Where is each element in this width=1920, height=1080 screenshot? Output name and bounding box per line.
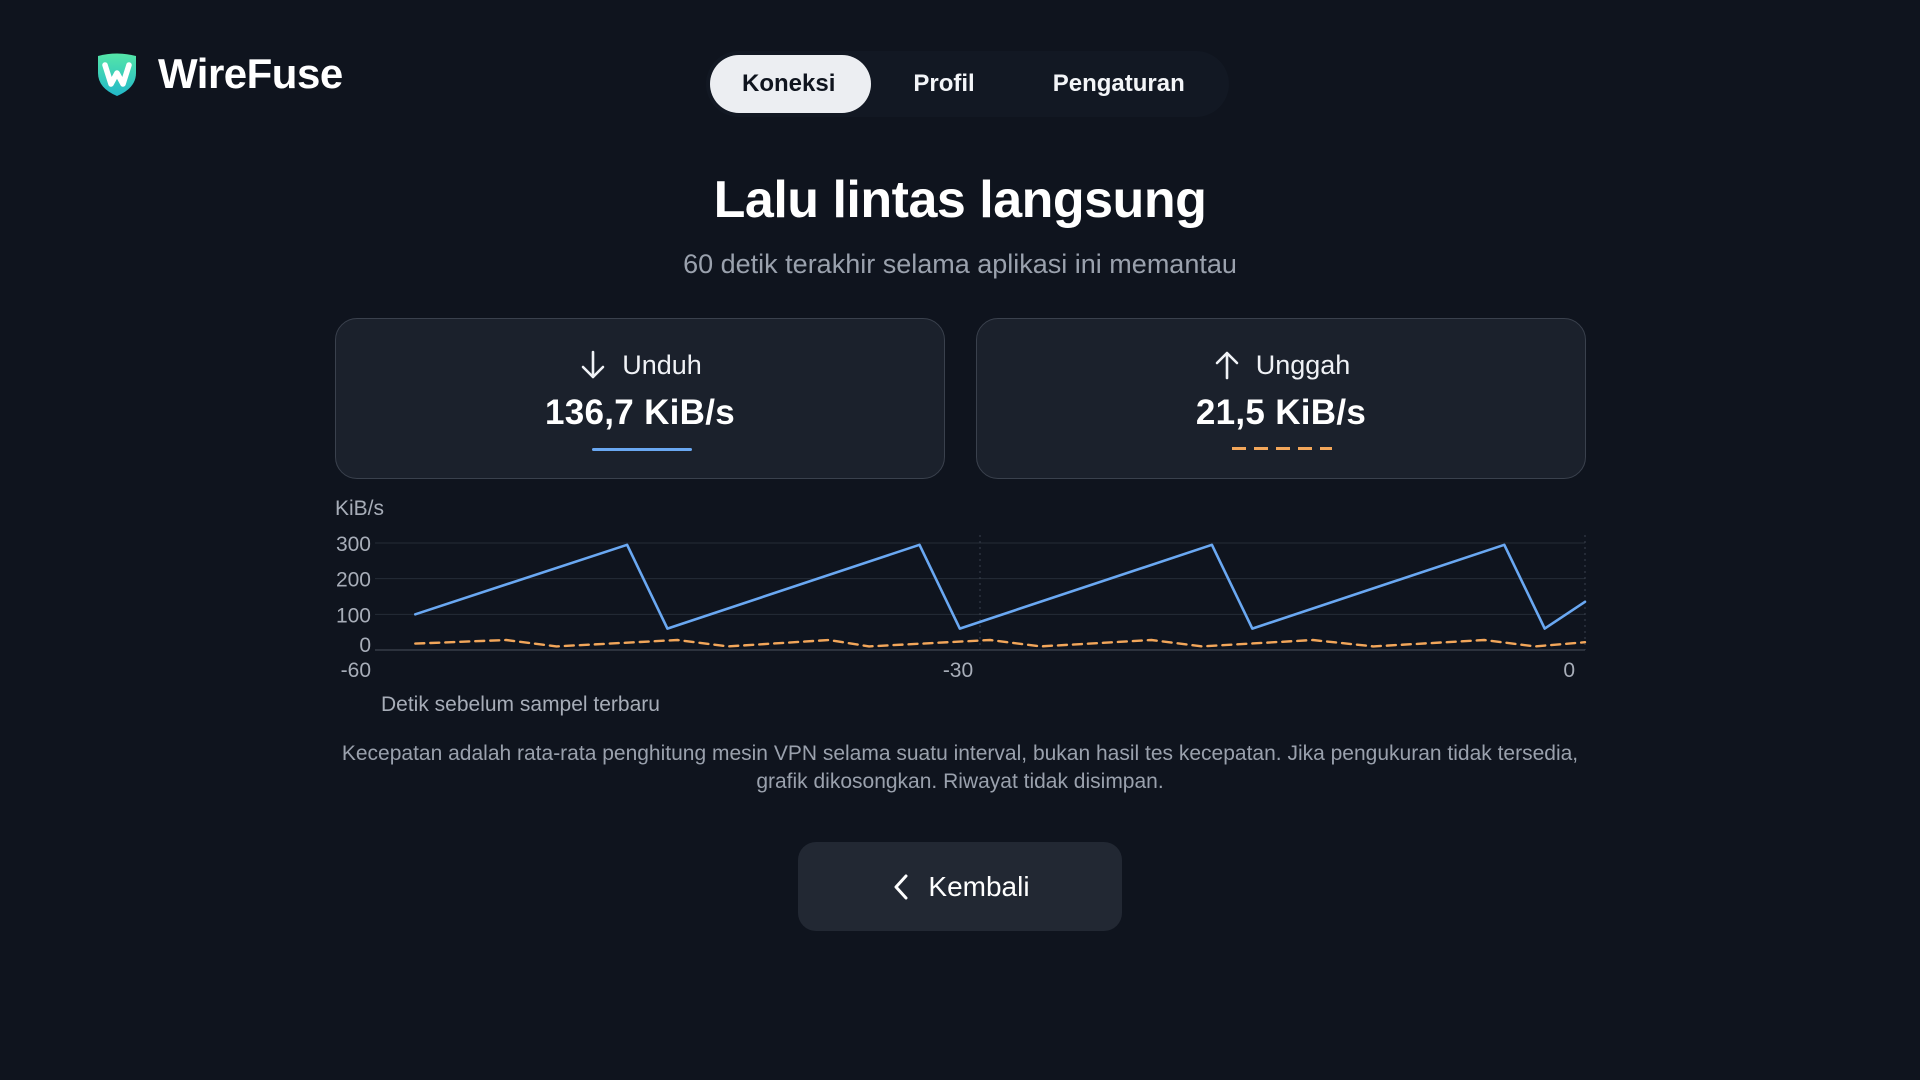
back-button[interactable]: Kembali bbox=[798, 842, 1122, 931]
app-logo: WireFuse bbox=[94, 50, 343, 98]
x-tick-label: -30 bbox=[943, 659, 973, 682]
upload-card: Unggah 21,5 KiB/s bbox=[976, 318, 1586, 479]
chart-y-unit-label: KiB/s bbox=[335, 497, 384, 520]
app-name: WireFuse bbox=[158, 50, 343, 97]
upload-label: Unggah bbox=[1255, 349, 1351, 380]
y-tick-label: 100 bbox=[336, 604, 371, 627]
y-tick-label: 300 bbox=[336, 533, 371, 556]
upload-legend-line bbox=[1232, 447, 1332, 450]
download-label: Unduh bbox=[622, 349, 702, 380]
download-card-header: Unduh bbox=[336, 349, 944, 381]
upload-value: 21,5 KiB/s bbox=[1195, 393, 1367, 432]
tab-profil[interactable]: Profil bbox=[877, 55, 1010, 113]
main-tabs: Koneksi Profil Pengaturan bbox=[706, 51, 1229, 117]
back-button-label: Kembali bbox=[928, 870, 1030, 902]
download-legend-line bbox=[592, 448, 692, 451]
app-root: WireFuse Koneksi Profil Pengaturan Lalu … bbox=[0, 0, 1920, 1080]
traffic-chart: 300 200 100 0 -60 -30 0 KiB/s bbox=[330, 495, 1590, 725]
x-tick-label: -60 bbox=[341, 659, 371, 682]
traffic-chart-svg: 3002001000-60 -30 0KiB/s bbox=[335, 497, 1587, 682]
tab-koneksi[interactable]: Koneksi bbox=[710, 55, 872, 113]
y-tick-label: 0 bbox=[359, 634, 371, 657]
y-tick-label: 200 bbox=[336, 569, 371, 592]
chevron-left-icon bbox=[894, 874, 908, 899]
shield-logo-icon bbox=[98, 53, 136, 96]
x-tick-label: 0 bbox=[1563, 659, 1575, 682]
upload-series-line bbox=[414, 638, 1587, 648]
info-note: Kecepatan adalah rata-rata penghitung me… bbox=[341, 742, 1579, 793]
arrow-up-icon bbox=[1215, 351, 1239, 380]
download-value: 136,7 KiB/s bbox=[544, 393, 736, 432]
chart-x-title: Detik sebelum sampel terbaru bbox=[381, 693, 660, 716]
page-subtitle: 60 detik terakhir selama aplikasi ini me… bbox=[683, 249, 1237, 279]
arrow-down-icon bbox=[581, 350, 605, 379]
page-title: Lalu lintas langsung bbox=[713, 171, 1207, 229]
upload-card-header: Unggah bbox=[977, 349, 1585, 381]
tab-pengaturan[interactable]: Pengaturan bbox=[1017, 55, 1221, 113]
download-series-line bbox=[414, 543, 1587, 630]
download-card: Unduh 136,7 KiB/s bbox=[335, 318, 945, 479]
